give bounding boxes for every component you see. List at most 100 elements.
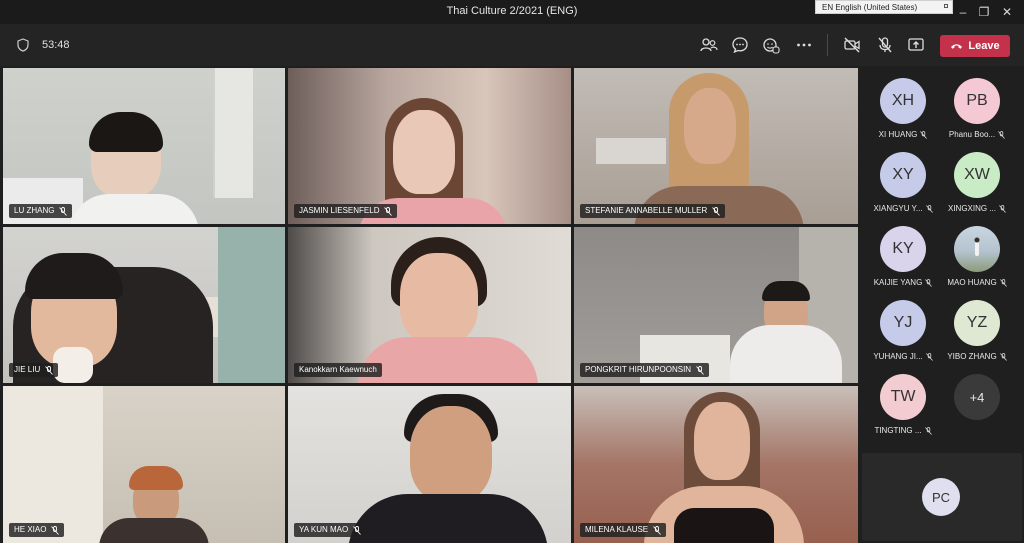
maximize-button[interactable]: ❐ bbox=[976, 4, 992, 20]
mic-off-icon bbox=[999, 204, 1006, 213]
minimize-button[interactable]: – bbox=[955, 4, 971, 20]
roster-participant[interactable]: XW XINGXING ... bbox=[942, 152, 1012, 226]
headband bbox=[129, 466, 183, 490]
participant-name-label: YA KUN MAO bbox=[294, 523, 367, 537]
roster-participant[interactable]: MAO HUANG bbox=[942, 226, 1012, 300]
participant-name: JASMIN LIESENFELD bbox=[299, 206, 380, 215]
video-grid: LU ZHANG JASMIN LIESENFELD STEFANIE ANNA… bbox=[3, 68, 859, 543]
mic-off-icon bbox=[999, 352, 1007, 361]
mic-off-icon bbox=[925, 204, 933, 213]
participant-body bbox=[348, 494, 548, 543]
toolbar-divider bbox=[827, 34, 828, 56]
avatar: YJ bbox=[880, 300, 926, 346]
roster-name: YIBO ZHANG bbox=[947, 352, 997, 361]
mic-off-icon bbox=[924, 426, 932, 435]
video-tile[interactable]: PONGKRIT HIRUNPOONSIN bbox=[574, 227, 858, 383]
reactions-icon[interactable] bbox=[762, 36, 780, 54]
roster-participant[interactable]: YJ YUHANG JI... bbox=[868, 300, 938, 374]
video-tile-active-speaker[interactable]: Kanokkarn Kaewnuch bbox=[288, 227, 571, 383]
mic-off-icon bbox=[353, 525, 362, 535]
video-tile[interactable]: STEFANIE ANNABELLE MULLER bbox=[574, 68, 858, 224]
video-tile[interactable]: JASMIN LIESENFELD bbox=[288, 68, 571, 224]
close-button[interactable]: ✕ bbox=[999, 4, 1015, 20]
participant-name: HE XIAO bbox=[14, 525, 47, 534]
meeting-timer: 53:48 bbox=[42, 39, 70, 51]
participant-name-label: MILENA KLAUSE bbox=[580, 523, 667, 537]
participant-face bbox=[694, 402, 750, 480]
roster-name: XI HUANG bbox=[878, 130, 918, 139]
meeting-toolbar: 53:48 Leave bbox=[0, 24, 1024, 66]
avatar: TW bbox=[880, 374, 926, 420]
language-label: EN English (United States) bbox=[822, 3, 918, 12]
roster-participant[interactable]: XY XIANGYU Y... bbox=[868, 152, 938, 226]
video-tile[interactable]: MILENA KLAUSE bbox=[574, 386, 858, 543]
camera-off-icon[interactable] bbox=[843, 36, 861, 54]
participant-face bbox=[400, 253, 478, 345]
participant-name-label: HE XIAO bbox=[9, 523, 65, 537]
more-options-icon[interactable] bbox=[795, 36, 813, 54]
title-bar: Thai Culture 2/2021 (ENG) EN English (Un… bbox=[0, 0, 1024, 24]
tissue bbox=[53, 347, 93, 383]
roster-name: KAIJIE YANG bbox=[873, 278, 923, 287]
participants-icon[interactable] bbox=[700, 36, 718, 54]
participant-name-label: Kanokkarn Kaewnuch bbox=[294, 363, 382, 377]
mic-off-icon bbox=[925, 278, 933, 287]
participant-name: STEFANIE ANNABELLE MULLER bbox=[585, 206, 708, 215]
mic-off-icon bbox=[712, 206, 721, 216]
roster-participant[interactable]: TW TINGTING ... bbox=[868, 374, 938, 448]
language-indicator[interactable]: EN English (United States) bbox=[815, 0, 953, 14]
chat-icon[interactable] bbox=[731, 36, 749, 54]
roster-participant[interactable]: KY KAIJIE YANG bbox=[868, 226, 938, 300]
self-avatar: PC bbox=[922, 478, 960, 516]
roster-name: XINGXING ... bbox=[947, 204, 996, 213]
roster-participant[interactable]: YZ YIBO ZHANG bbox=[942, 300, 1012, 374]
roster-name: YUHANG JI... bbox=[873, 352, 923, 361]
participant-body bbox=[674, 508, 774, 543]
roster-participant[interactable]: XH XI HUANG bbox=[868, 78, 938, 152]
participant-name-label: LU ZHANG bbox=[9, 204, 73, 218]
self-view-tile[interactable]: PC bbox=[862, 453, 1022, 541]
shield-icon bbox=[17, 38, 29, 52]
participant-body bbox=[730, 325, 842, 383]
participant-body bbox=[358, 337, 538, 383]
leave-button[interactable]: Leave bbox=[940, 35, 1010, 57]
roster-name: MAO HUANG bbox=[947, 278, 997, 287]
mic-off-icon bbox=[45, 365, 54, 375]
video-tile[interactable]: JIE LIU bbox=[3, 227, 285, 383]
participant-face bbox=[410, 406, 492, 502]
video-tile[interactable]: LU ZHANG bbox=[3, 68, 285, 224]
avatar: XY bbox=[880, 152, 926, 198]
avatar: PB bbox=[954, 78, 1000, 124]
avatar: XH bbox=[880, 78, 926, 124]
video-tile[interactable]: YA KUN MAO bbox=[288, 386, 571, 543]
mic-off-icon[interactable] bbox=[876, 36, 894, 54]
roster-participant[interactable]: PB Phanu Boo... bbox=[942, 78, 1012, 152]
mic-off-icon bbox=[696, 365, 704, 375]
leave-label: Leave bbox=[968, 40, 1000, 52]
mic-off-icon bbox=[59, 206, 68, 216]
participant-name: PONGKRIT HIRUNPOONSIN bbox=[585, 365, 692, 374]
avatar: XW bbox=[954, 152, 1000, 198]
mic-off-icon bbox=[384, 206, 393, 216]
participant-name-label: PONGKRIT HIRUNPOONSIN bbox=[580, 363, 710, 377]
avatar: YZ bbox=[954, 300, 1000, 346]
share-screen-icon[interactable] bbox=[907, 36, 925, 54]
participant-hair bbox=[762, 281, 810, 301]
mic-off-icon bbox=[51, 525, 60, 535]
roster-name: TINGTING ... bbox=[874, 426, 922, 435]
avatar: KY bbox=[880, 226, 926, 272]
language-pin-icon bbox=[944, 4, 948, 8]
mic-off-icon bbox=[920, 130, 928, 139]
participant-name: LU ZHANG bbox=[14, 206, 55, 215]
participant-name-label: STEFANIE ANNABELLE MULLER bbox=[580, 204, 726, 218]
mic-off-icon bbox=[653, 525, 661, 535]
roster-name: XIANGYU Y... bbox=[873, 204, 923, 213]
overflow-count: +4 bbox=[954, 374, 1000, 420]
roster-overflow-button[interactable]: +4 bbox=[942, 374, 1012, 448]
participant-body bbox=[99, 518, 209, 543]
video-tile[interactable]: HE XIAO bbox=[3, 386, 285, 543]
participant-face-front bbox=[393, 110, 455, 194]
participant-name: MILENA KLAUSE bbox=[585, 525, 649, 534]
avatar-photo bbox=[954, 226, 1000, 272]
roster-name: Phanu Boo... bbox=[948, 130, 996, 139]
